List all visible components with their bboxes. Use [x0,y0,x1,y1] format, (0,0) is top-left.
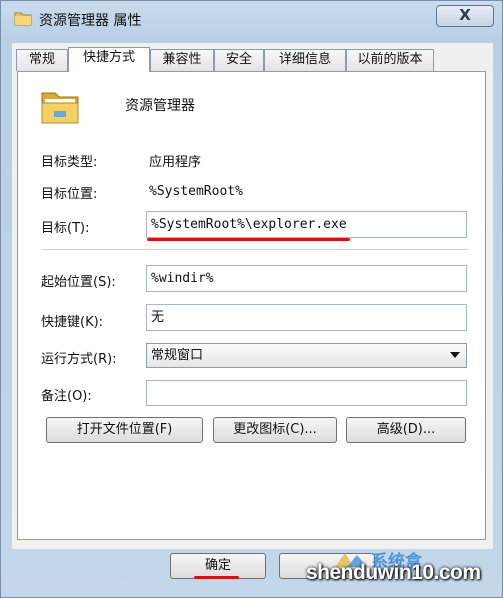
ok-highlight-underline [194,576,239,579]
run-select-value: 常规窗口 [151,348,204,363]
target-input[interactable]: %SystemRoot%\explorer.exe [146,211,467,238]
explorer-folder-icon [41,92,79,124]
target-location-value: %SystemRoot% [149,184,243,199]
start-in-label: 起始位置(S): [41,275,116,290]
target-type-value: 应用程序 [149,155,202,170]
folder-icon [14,12,32,26]
close-button[interactable]: X [436,5,494,27]
target-location-label: 目标位置: [41,187,98,202]
tab-shortcut[interactable]: 快捷方式 [68,47,150,72]
target-type-label: 目标类型: [41,155,98,170]
watermark-text: shenduwin10.com [306,561,481,584]
comment-label: 备注(O): [41,389,92,404]
change-icon-button[interactable]: 更改图标(C)... [213,417,337,443]
title-bar[interactable]: 资源管理器 属性 X [1,1,502,37]
target-label: 目标(T): [41,221,90,236]
separator [41,249,468,250]
dropdown-arrow-icon [450,352,460,358]
tab-compatibility[interactable]: 兼容性 [150,49,214,71]
run-select[interactable]: 常规窗口 [146,343,467,368]
properties-window: 资源管理器 属性 X 常规 快捷方式 兼容性 安全 详细信息 以前的版本 资源管… [0,0,503,598]
comment-input[interactable] [146,380,467,406]
app-name: 资源管理器 [125,98,195,114]
hotkey-input[interactable]: 无 [146,304,467,331]
tab-details[interactable]: 详细信息 [264,49,346,71]
run-label: 运行方式(R): [41,352,117,367]
advanced-button[interactable]: 高级(D)... [346,417,466,443]
tab-general[interactable]: 常规 [16,49,68,71]
target-highlight-underline [147,238,350,241]
tab-security[interactable]: 安全 [214,49,264,71]
tab-previous-versions[interactable]: 以前的版本 [346,49,434,71]
open-file-location-button[interactable]: 打开文件位置(F) [46,417,203,443]
start-in-input[interactable]: %windir% [146,265,467,292]
window-title: 资源管理器 属性 [39,13,142,29]
hotkey-label: 快捷键(K): [41,315,104,330]
